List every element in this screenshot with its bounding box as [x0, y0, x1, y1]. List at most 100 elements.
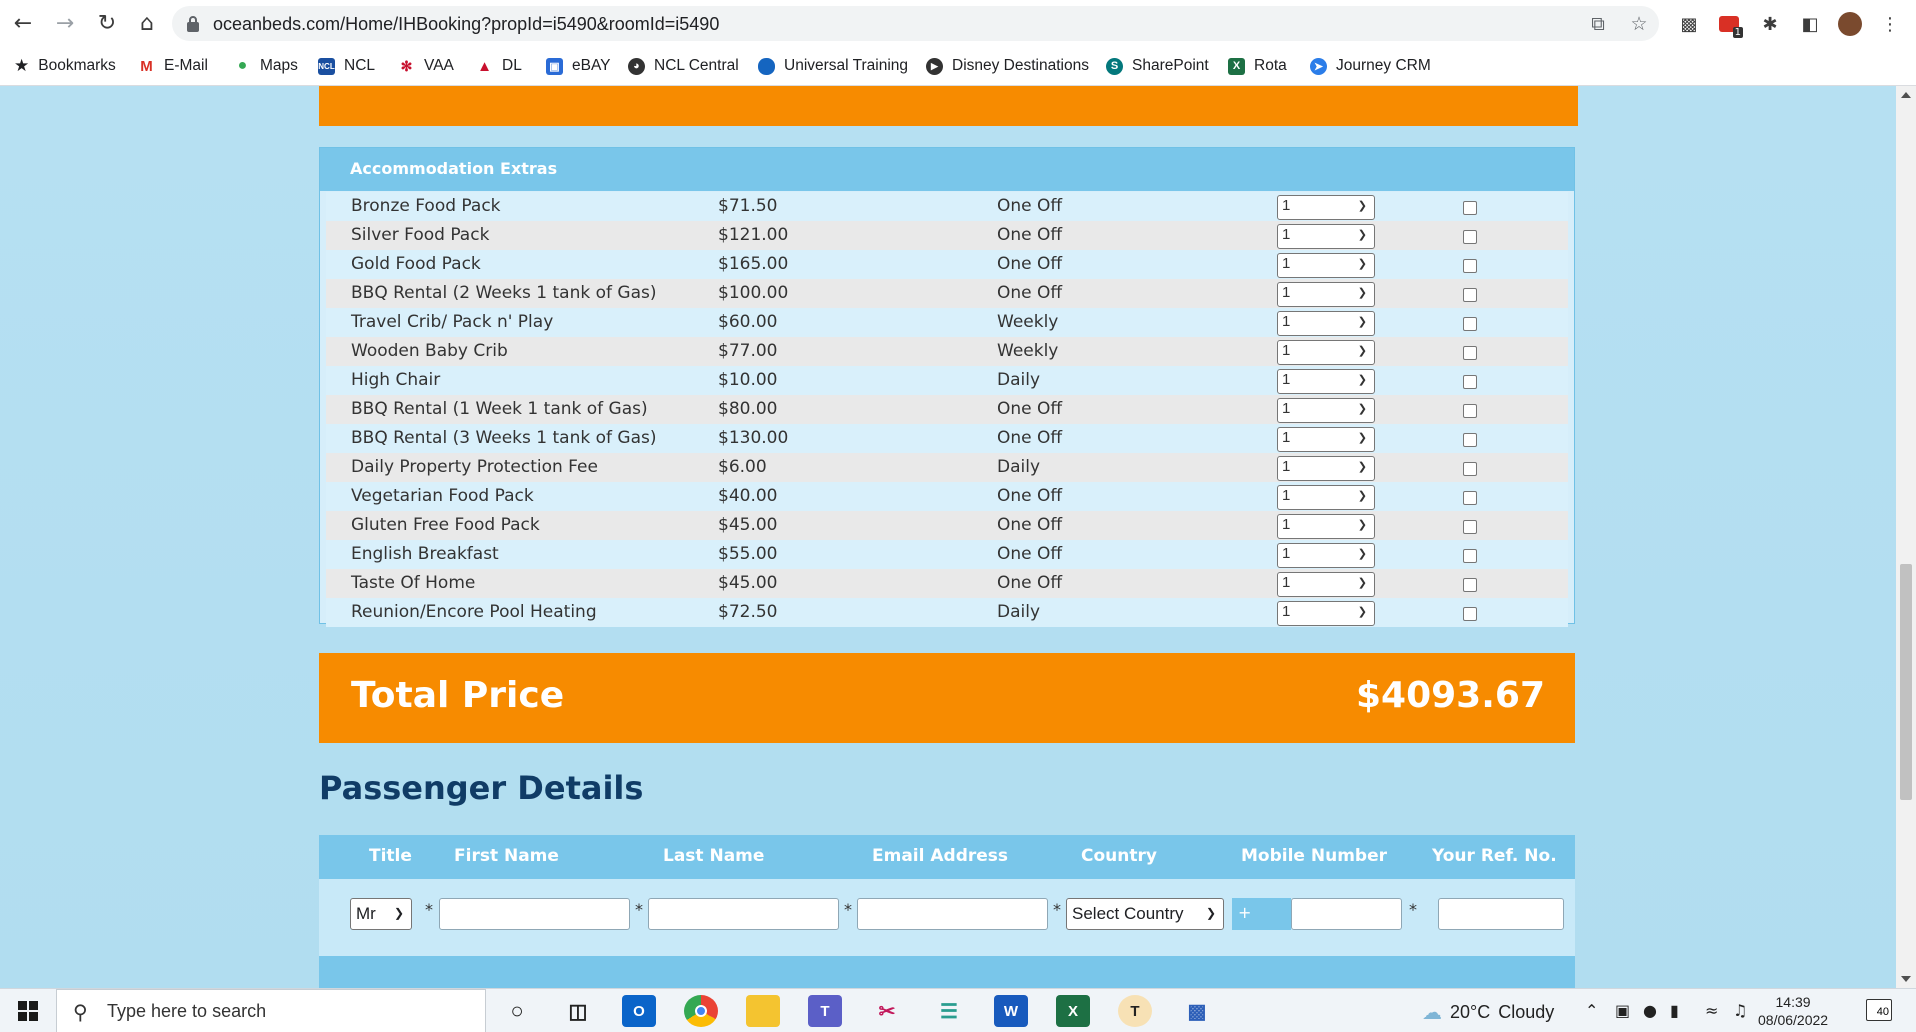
scroll-down-icon[interactable] — [1901, 976, 1911, 982]
last-name-field[interactable] — [648, 898, 839, 930]
quantity-select[interactable]: 1 ❯ — [1277, 224, 1375, 249]
bookmark-vaa[interactable]: ✻ VAA — [398, 55, 454, 77]
extra-frequency: One Off — [997, 428, 1063, 448]
bookmark-disney[interactable]: ▶ Disney Destinations — [926, 55, 1089, 77]
quantity-select[interactable]: 1 ❯ — [1277, 601, 1375, 626]
url-text[interactable]: oceanbeds.com/Home/IHBooking?propId=i549… — [213, 14, 719, 35]
teams-icon[interactable]: T — [808, 995, 842, 1027]
bookmark-ncl[interactable]: NCL NCL — [318, 55, 375, 77]
weather-widget[interactable]: ☁ 20°C Cloudy — [1422, 1000, 1554, 1025]
bookmark-maps[interactable]: ● Maps — [234, 55, 298, 77]
ref-number-field[interactable] — [1438, 898, 1564, 930]
chrome-icon[interactable] — [684, 995, 718, 1027]
avatar[interactable] — [1836, 10, 1864, 38]
first-name-field[interactable] — [439, 898, 630, 930]
quantity-select[interactable]: 1 ❯ — [1277, 514, 1375, 539]
quantity-select[interactable]: 1 ❯ — [1277, 398, 1375, 423]
scroll-up-icon[interactable] — [1901, 92, 1911, 98]
outlook-icon[interactable]: O — [622, 995, 656, 1027]
meet-now-icon[interactable]: ▣ — [1615, 1001, 1630, 1020]
file-explorer-icon[interactable] — [746, 995, 780, 1027]
side-panel-icon[interactable]: ◧ — [1796, 10, 1824, 38]
browser-chrome: ← → ↻ ⌂ oceanbeds.com/Home/IHBooking?pro… — [0, 0, 1916, 86]
bookmark-sharepoint[interactable]: S SharePoint — [1106, 55, 1209, 77]
bookmark-journey-crm[interactable]: ➤ Journey CRM — [1310, 55, 1431, 77]
notification-center-icon[interactable]: 40 — [1866, 999, 1892, 1021]
task-view-icon[interactable]: ◫ — [561, 995, 595, 1027]
total-price-value: $4093.67 — [1355, 675, 1545, 716]
extra-frequency: One Off — [997, 196, 1063, 216]
taskbar-search[interactable]: ⚲ Type here to search — [56, 989, 486, 1032]
home-icon[interactable]: ⌂ — [132, 8, 162, 38]
extra-checkbox[interactable] — [1463, 491, 1477, 505]
cortana-icon[interactable]: ○ — [500, 995, 534, 1027]
excel-taskbar-icon[interactable]: X — [1056, 995, 1090, 1027]
quantity-select[interactable]: 1 ❯ — [1277, 572, 1375, 597]
snipping-tool-icon[interactable]: ✂ — [870, 995, 904, 1027]
windows-start-icon[interactable] — [0, 989, 56, 1032]
t-app-icon[interactable]: T — [1118, 995, 1152, 1027]
puzzle-icon[interactable]: ✱ — [1756, 10, 1784, 38]
extra-checkbox[interactable] — [1463, 578, 1477, 592]
stacked-app-icon[interactable]: ☰ — [932, 995, 966, 1027]
extra-checkbox[interactable] — [1463, 375, 1477, 389]
remote-app-icon[interactable]: ▩ — [1180, 995, 1214, 1027]
quantity-select[interactable]: 1 ❯ — [1277, 311, 1375, 336]
extra-checkbox[interactable] — [1463, 288, 1477, 302]
country-select[interactable]: Select Country ❯ — [1066, 898, 1224, 930]
extra-checkbox[interactable] — [1463, 317, 1477, 331]
microphone-icon[interactable]: ● — [1643, 1001, 1657, 1020]
share-icon[interactable]: ⧉ — [1586, 12, 1610, 36]
quantity-select[interactable]: 1 ❯ — [1277, 427, 1375, 452]
email-field[interactable] — [857, 898, 1048, 930]
quantity-select[interactable]: 1 ❯ — [1277, 253, 1375, 278]
extra-checkbox[interactable] — [1463, 462, 1477, 476]
title-select[interactable]: Mr ❯ — [350, 898, 412, 930]
tray-chevron-up-icon[interactable]: ⌃ — [1585, 1001, 1598, 1020]
address-bar[interactable]: oceanbeds.com/Home/IHBooking?propId=i549… — [172, 6, 1659, 41]
wifi-icon[interactable]: ≈ — [1705, 1001, 1718, 1020]
extra-checkbox[interactable] — [1463, 404, 1477, 418]
menu-kebab-icon[interactable]: ⋮ — [1876, 10, 1904, 38]
bookmark-email[interactable]: M E-Mail — [138, 55, 208, 77]
extra-checkbox[interactable] — [1463, 520, 1477, 534]
quantity-select[interactable]: 1 ❯ — [1277, 456, 1375, 481]
quantity-select[interactable]: 1 ❯ — [1277, 369, 1375, 394]
extra-checkbox[interactable] — [1463, 549, 1477, 563]
quantity-select[interactable]: 1 ❯ — [1277, 543, 1375, 568]
bookmark-ncl-central[interactable]: ◕ NCL Central — [628, 55, 739, 77]
extra-checkbox[interactable] — [1463, 346, 1477, 360]
bookmark-star-icon[interactable]: ☆ — [1627, 12, 1651, 36]
lock-icon — [187, 16, 199, 32]
extra-checkbox[interactable] — [1463, 259, 1477, 273]
bookmark-ebay[interactable]: ▣ eBAY — [546, 55, 611, 77]
forward-icon[interactable]: → — [50, 8, 80, 38]
extra-checkbox[interactable] — [1463, 201, 1477, 215]
quantity-select[interactable]: 1 ❯ — [1277, 282, 1375, 307]
extension-icon[interactable]: ▩ — [1675, 10, 1703, 38]
extra-checkbox[interactable] — [1463, 230, 1477, 244]
bookmark-rota[interactable]: X Rota — [1228, 55, 1287, 77]
red-extension-icon[interactable]: 1 — [1715, 10, 1743, 38]
battery-icon[interactable]: ▮ — [1670, 1001, 1679, 1020]
extra-name: Gluten Free Food Pack — [351, 515, 540, 535]
back-icon[interactable]: ← — [8, 8, 38, 38]
mobile-number-field[interactable] — [1291, 898, 1402, 930]
extra-price: $121.00 — [718, 225, 789, 245]
scroll-thumb[interactable] — [1900, 564, 1912, 800]
system-clock[interactable]: 14:39 08/06/2022 — [1758, 993, 1828, 1029]
bookmark-universal-training[interactable]: Universal Training — [758, 55, 908, 77]
page-content: Accommodation Extras Bronze Food Pack $71… — [0, 86, 1896, 988]
extra-checkbox[interactable] — [1463, 433, 1477, 447]
word-icon[interactable]: W — [994, 995, 1028, 1027]
quantity-select[interactable]: 1 ❯ — [1277, 195, 1375, 220]
bookmark-dl[interactable]: ▲ DL — [476, 55, 522, 77]
quantity-select[interactable]: 1 ❯ — [1277, 485, 1375, 510]
quantity-select[interactable]: 1 ❯ — [1277, 340, 1375, 365]
volume-icon[interactable]: ♫ — [1733, 1001, 1747, 1020]
reload-icon[interactable]: ↻ — [92, 8, 122, 38]
bookmark-bookmarks[interactable]: ★ Bookmarks — [14, 55, 116, 77]
windows-taskbar: ⚲ Type here to search ○ ◫ O T ✂ ☰ W X T … — [0, 988, 1916, 1032]
extra-checkbox[interactable] — [1463, 607, 1477, 621]
page-scrollbar[interactable] — [1896, 86, 1916, 988]
